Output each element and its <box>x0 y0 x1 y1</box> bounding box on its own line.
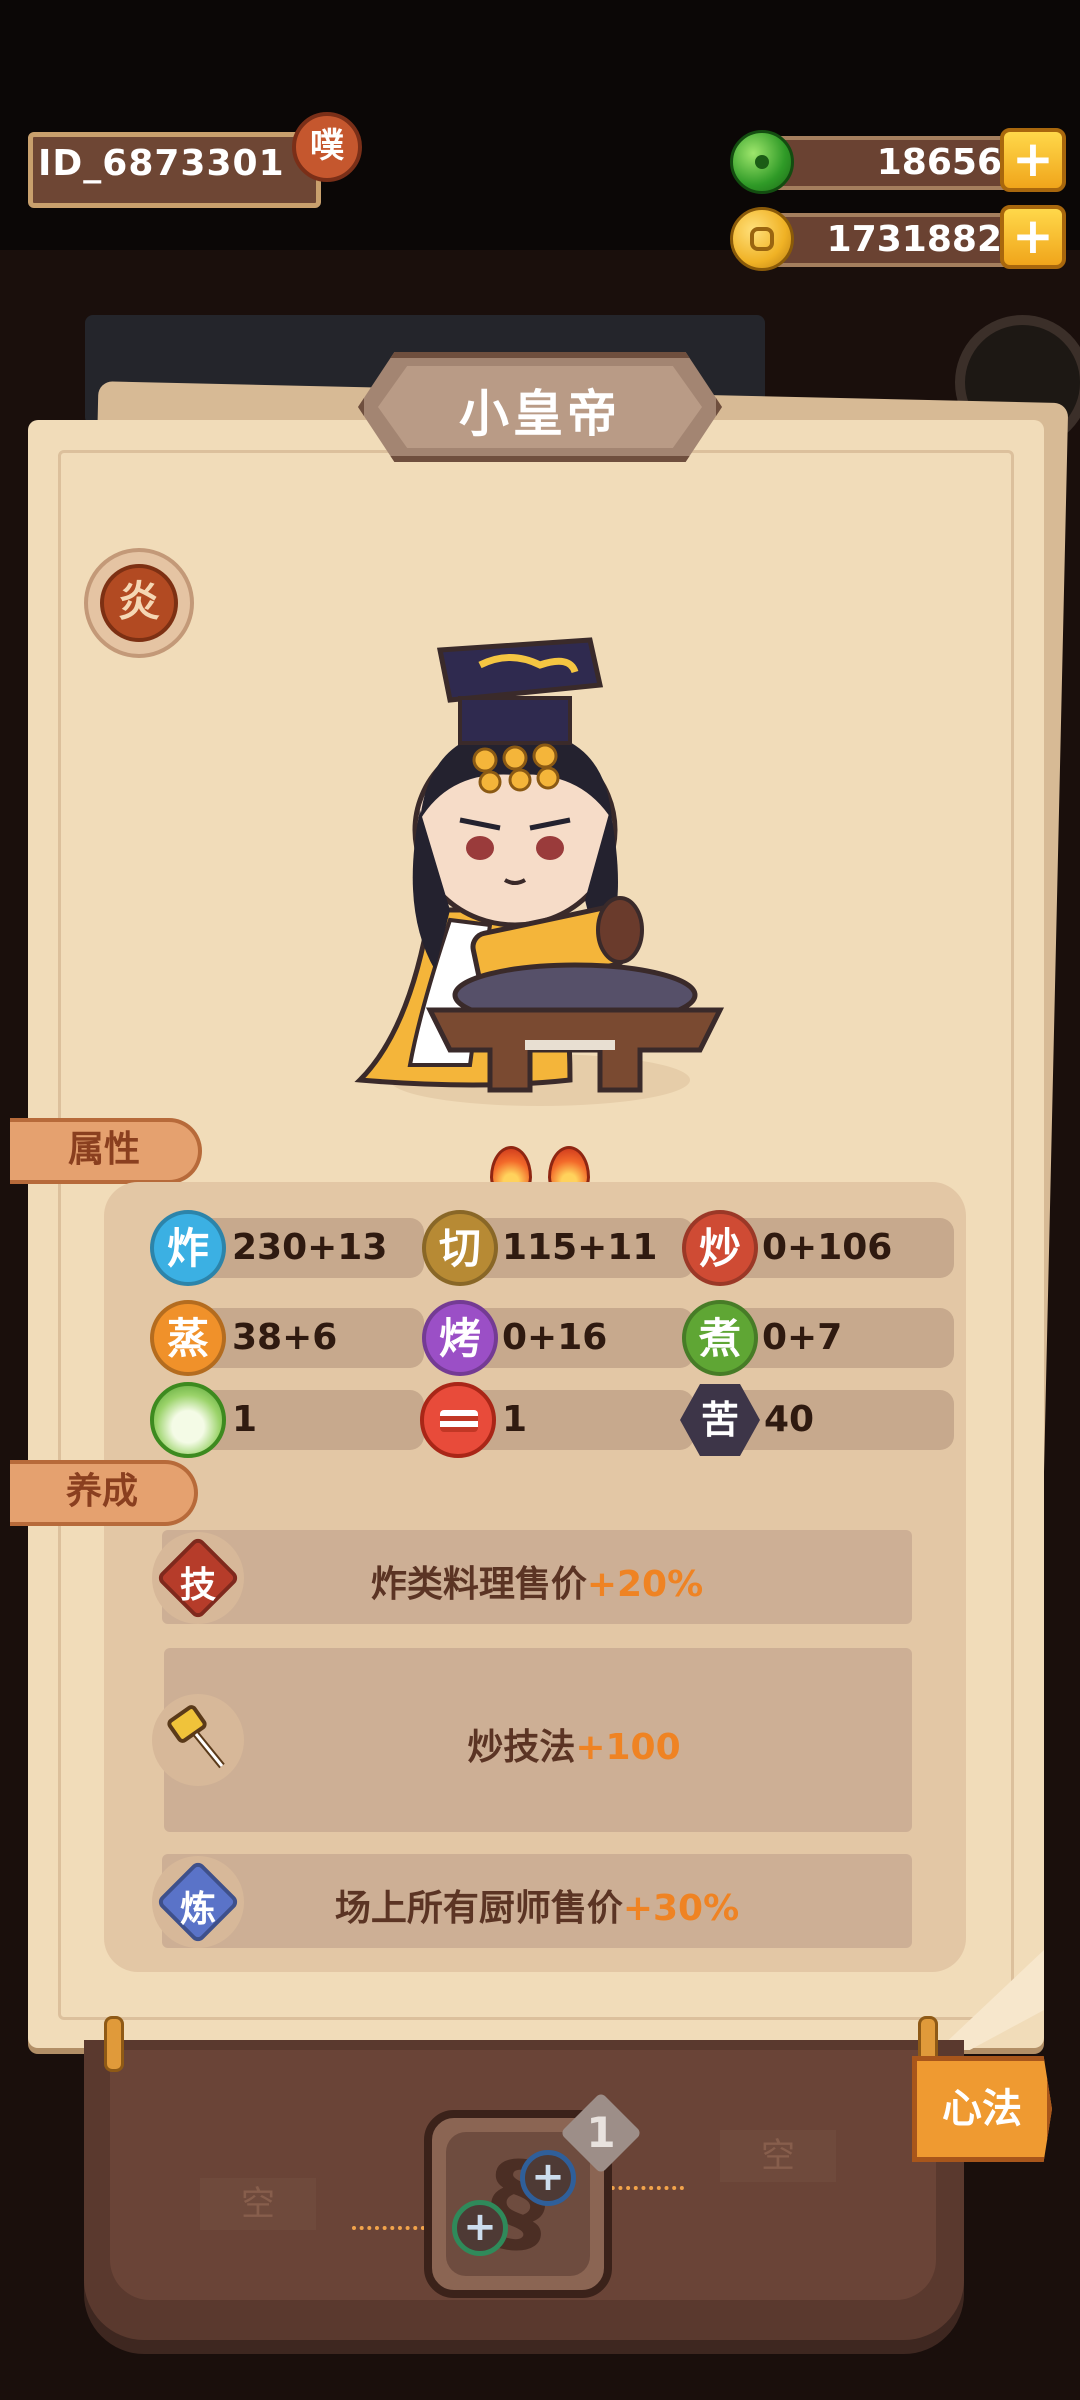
cultivation-row-text: 炸类料理售价+20% <box>162 1555 912 1607</box>
stat-fry-value: 230+13 <box>232 1227 388 1268</box>
vegetable-icon <box>150 1382 226 1458</box>
meat-icon <box>420 1382 496 1458</box>
cut-icon: 切 <box>422 1210 498 1286</box>
stat-roast-value: 0+16 <box>502 1317 608 1358</box>
character-portrait <box>354 637 725 1106</box>
cultivation-desc: 场上所有厨师售价 <box>334 1888 623 1929</box>
tab-cultivation[interactable]: 养成 <box>10 1460 198 1526</box>
stat-pill <box>192 1390 424 1450</box>
tab-attributes[interactable]: 属性 <box>10 1118 202 1184</box>
jade-icon <box>730 130 794 194</box>
stirfry-icon: 炒 <box>682 1210 758 1286</box>
slot-level: 1 <box>586 2108 616 2157</box>
cultivation-row-text: 炒技法+100 <box>164 1718 984 1770</box>
cultivation-desc: 炒技法 <box>467 1727 576 1768</box>
player-id: ID_6873301 <box>38 143 285 184</box>
add-blue-button[interactable]: + <box>520 2150 576 2206</box>
cultivation-desc: 炸类料理售价 <box>370 1564 587 1605</box>
cultivation-bonus: +20% <box>586 1564 704 1605</box>
jade-amount: 18656 <box>762 136 1028 190</box>
coin-amount: 1731882 <box>762 213 1028 267</box>
stat-boil-value: 0+7 <box>762 1317 843 1358</box>
cultivation-bonus: +30% <box>622 1888 740 1929</box>
scroll-peg <box>104 2016 124 2072</box>
roast-icon: 烤 <box>422 1300 498 1376</box>
stat-bitter-value: 40 <box>764 1399 815 1440</box>
coin-icon <box>730 207 794 271</box>
refine-icon-label: 炼 <box>179 1889 216 1930</box>
cultivation-row-text: 场上所有厨师售价+30% <box>162 1879 912 1931</box>
stat-steam-value: 38+6 <box>232 1317 338 1358</box>
skill-icon-label: 技 <box>179 1565 216 1606</box>
empty-slot-right[interactable]: 空 <box>720 2130 836 2182</box>
fry-icon: 炸 <box>150 1210 226 1286</box>
spatula-icon <box>167 1705 225 1769</box>
expire-badge[interactable]: 噗 <box>292 112 362 182</box>
boil-icon: 煮 <box>682 1300 758 1376</box>
stat-pill <box>462 1390 694 1450</box>
add-jade-button[interactable]: + <box>1000 128 1066 192</box>
add-coin-button[interactable]: + <box>1000 205 1066 269</box>
stat-vegetable-value: 1 <box>232 1399 258 1440</box>
stat-cut-value: 115+11 <box>502 1227 658 1268</box>
empty-slot-left[interactable]: 空 <box>200 2178 316 2230</box>
cultivation-bonus: +100 <box>575 1727 681 1768</box>
character-name: 小皇帝 <box>459 385 621 443</box>
skill-badge-icon: 炎 <box>100 564 178 642</box>
stat-meat-value: 1 <box>502 1399 528 1440</box>
steam-icon: 蒸 <box>150 1300 226 1376</box>
stat-stirfry-value: 0+106 <box>762 1227 893 1268</box>
mind-method-button[interactable]: 心法 <box>912 2056 1052 2162</box>
add-green-button[interactable]: + <box>452 2200 508 2256</box>
